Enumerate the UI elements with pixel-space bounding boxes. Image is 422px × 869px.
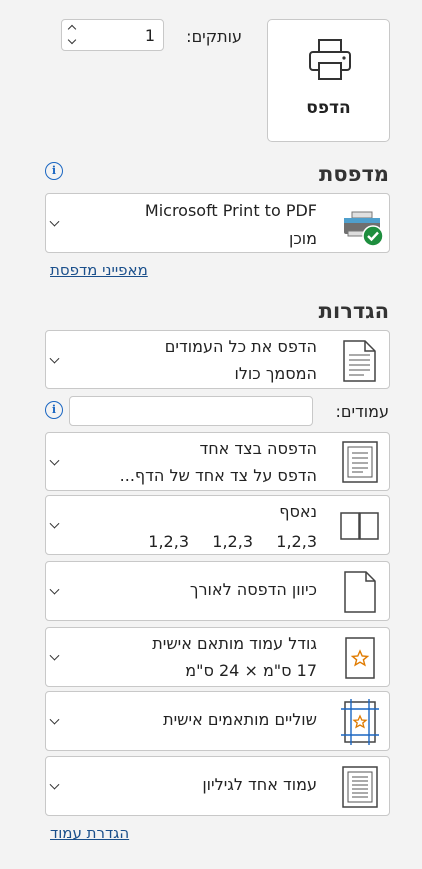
print-button-label: הדפס [306,98,351,118]
one-sided-page-icon [342,441,378,483]
margins-select[interactable]: שוליים מותאמים אישית [45,691,390,751]
chevron-down-icon [49,714,60,725]
copies-stepper[interactable]: 1 [61,19,164,51]
collated-pages-icon [340,512,379,540]
collation-title: נאסף [279,502,317,521]
printer-ready-icon [344,211,384,247]
sides-title: הדפסה בצד אחד [199,439,317,458]
collation-select[interactable]: נאסף 1,2,3 1,2,3 1,2,3 [45,495,390,555]
page-size-select[interactable]: גודל עמוד מותאם אישית 17 ס"מ × 24 ס"מ [45,627,390,687]
page-setup-link[interactable]: הגדרת עמוד [50,824,129,842]
printer-status: מוכן [288,229,317,248]
print-range-title: הדפס את כל העמודים [164,337,317,356]
printer-properties-link[interactable]: מאפייני מדפסת [50,261,148,279]
printer-section-title: מדפסת [319,162,389,186]
page-size-title: גודל עמוד מותאם אישית [152,634,317,653]
margins-title: שוליים מותאמים אישית [163,710,317,729]
chevron-down-icon [49,216,60,227]
custom-page-size-icon [345,637,375,679]
print-button[interactable]: הדפס [267,19,390,142]
settings-section-title: הגדרות [318,299,389,323]
collation-set-2: 1,2,3 [212,532,253,551]
printer-icon [309,39,351,80]
sides-subtitle: הדפס על צד אחד של הדף... [119,466,317,485]
copies-label: עותקים: [186,27,242,46]
orientation-select[interactable]: כיוון הדפסה לאורך [45,561,390,621]
info-icon[interactable]: i [45,401,63,419]
collation-set-1: 1,2,3 [276,532,317,551]
page-size-subtitle: 17 ס"מ × 24 ס"מ [185,661,317,680]
chevron-down-icon [49,353,60,364]
info-icon[interactable]: i [45,162,63,180]
chevron-down-icon [49,650,60,661]
one-page-per-sheet-icon [342,766,378,808]
portrait-page-icon [344,571,376,613]
chevron-down-icon[interactable] [67,35,77,45]
sides-select[interactable]: הדפסה בצד אחד הדפס על צד אחד של הדף... [45,432,390,491]
pages-per-sheet-title: עמוד אחד לגיליון [202,775,317,794]
print-range-subtitle: המסמך כולו [234,364,317,383]
copies-value[interactable]: 1 [145,26,155,45]
print-range-select[interactable]: הדפס את כל העמודים המסמך כולו [45,330,390,389]
chevron-down-icon [49,584,60,595]
collation-set-3: 1,2,3 [148,532,189,551]
pages-per-sheet-select[interactable]: עמוד אחד לגיליון [45,756,390,816]
printer-select[interactable]: Microsoft Print to PDF מוכן [45,193,390,253]
chevron-up-icon[interactable] [67,24,77,34]
orientation-title: כיוון הדפסה לאורך [189,580,317,599]
chevron-down-icon [49,779,60,790]
printer-name: Microsoft Print to PDF [144,201,317,220]
custom-margins-icon [341,699,379,745]
pages-label: עמודים: [335,402,389,421]
pages-input[interactable] [69,396,313,426]
document-pages-icon [343,340,376,382]
chevron-down-icon [49,518,60,529]
chevron-down-icon [49,455,60,466]
